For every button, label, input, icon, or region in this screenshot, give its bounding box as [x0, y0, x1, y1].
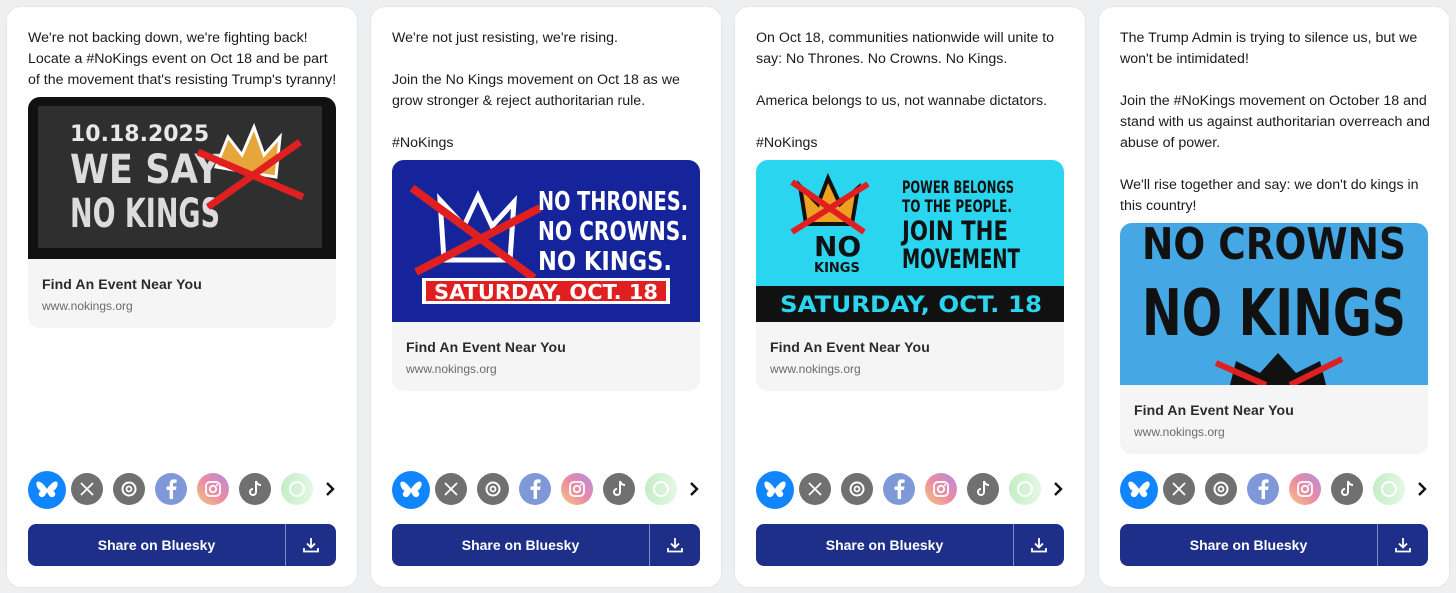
download-icon[interactable]: [1014, 524, 1064, 566]
poster-line1: NO THRONES.: [538, 187, 688, 217]
poster-line2: NO KINGS: [1142, 277, 1406, 351]
whatsapp-icon[interactable]: [1009, 473, 1041, 505]
bluesky-icon[interactable]: [756, 471, 794, 509]
share-icons-row: [756, 471, 1068, 509]
share-button-group: Share on Bluesky: [1120, 524, 1428, 566]
download-icon[interactable]: [650, 524, 700, 566]
post-message: The Trump Admin is trying to silence us,…: [1120, 30, 1430, 214]
share-on-bluesky-button[interactable]: Share on Bluesky: [392, 524, 649, 566]
x-icon[interactable]: [71, 473, 103, 505]
post-message: We're not backing down, we're fighting b…: [28, 30, 337, 88]
poster-line3: NO KINGS.: [538, 247, 672, 277]
preview-title[interactable]: Find An Event Near You: [770, 339, 930, 355]
post-card-1: We're not backing down, we're fighting b…: [7, 7, 357, 587]
facebook-icon[interactable]: [519, 473, 551, 505]
x-icon[interactable]: [435, 473, 467, 505]
tiktok-icon[interactable]: [1331, 473, 1363, 505]
preview-url: www.nokings.org: [770, 362, 861, 376]
share-on-bluesky-button[interactable]: Share on Bluesky: [756, 524, 1013, 566]
preview-url: www.nokings.org: [1134, 425, 1225, 439]
poster-logo-kings: KINGS: [814, 261, 860, 276]
chevron-right-icon[interactable]: [321, 478, 339, 500]
share-icons-row: [392, 471, 704, 509]
share-button-group: Share on Bluesky: [28, 524, 336, 566]
tiktok-icon[interactable]: [967, 473, 999, 505]
poster-line1: POWER BELONGS: [902, 178, 1014, 198]
poster-date: 10.18.2025: [70, 122, 209, 147]
threads-icon[interactable]: [1205, 473, 1237, 505]
whatsapp-icon[interactable]: [281, 473, 313, 505]
threads-icon[interactable]: [113, 473, 145, 505]
threads-icon[interactable]: [477, 473, 509, 505]
post-card-4: The Trump Admin is trying to silence us,…: [1099, 7, 1449, 587]
post-message: On Oct 18, communities nationwide will u…: [756, 30, 1055, 151]
share-on-bluesky-button[interactable]: Share on Bluesky: [28, 524, 285, 566]
post-message: We're not just resisting, we're rising. …: [392, 30, 680, 151]
instagram-icon[interactable]: [1289, 473, 1321, 505]
share-on-bluesky-button[interactable]: Share on Bluesky: [1120, 524, 1377, 566]
chevron-right-icon[interactable]: [685, 478, 703, 500]
chevron-right-icon[interactable]: [1413, 478, 1431, 500]
preview-title[interactable]: Find An Event Near You: [1134, 402, 1294, 418]
preview-title[interactable]: Find An Event Near You: [42, 276, 202, 292]
share-button-group: Share on Bluesky: [756, 524, 1064, 566]
whatsapp-icon[interactable]: [645, 473, 677, 505]
poster-line2: NO CROWNS.: [538, 217, 688, 247]
link-preview[interactable]: NO CROWNS NO KINGS Find An Event Near Yo…: [1120, 223, 1428, 454]
preview-title[interactable]: Find An Event Near You: [406, 339, 566, 355]
poster-logo-no: NO: [814, 230, 861, 263]
bluesky-icon[interactable]: [392, 471, 430, 509]
preview-image: NO THRONES. NO CROWNS. NO KINGS. SATURDA…: [392, 160, 700, 322]
post-card-3: On Oct 18, communities nationwide will u…: [735, 7, 1085, 587]
x-icon[interactable]: [1163, 473, 1195, 505]
link-preview[interactable]: NO THRONES. NO CROWNS. NO KINGS. SATURDA…: [392, 160, 700, 391]
poster-banner: SATURDAY, OCT. 18: [780, 293, 1042, 318]
instagram-icon[interactable]: [925, 473, 957, 505]
poster-line2: NO KINGS: [70, 191, 220, 237]
tiktok-icon[interactable]: [239, 473, 271, 505]
preview-image: NO CROWNS NO KINGS: [1120, 223, 1428, 385]
x-icon[interactable]: [799, 473, 831, 505]
threads-icon[interactable]: [841, 473, 873, 505]
tiktok-icon[interactable]: [603, 473, 635, 505]
share-button-group: Share on Bluesky: [392, 524, 700, 566]
link-preview[interactable]: NO KINGS POWER BELONGS TO THE PEOPLE. JO…: [756, 160, 1064, 391]
poster-line2: TO THE PEOPLE.: [902, 197, 1012, 217]
preview-url: www.nokings.org: [42, 299, 133, 313]
share-icons-row: [28, 471, 340, 509]
bluesky-icon[interactable]: [28, 471, 66, 509]
facebook-icon[interactable]: [883, 473, 915, 505]
poster-line4: MOVEMENT: [902, 244, 1020, 275]
preview-url: www.nokings.org: [406, 362, 497, 376]
share-icons-row: [1120, 471, 1432, 509]
preview-image: NO KINGS POWER BELONGS TO THE PEOPLE. JO…: [756, 160, 1064, 322]
poster-banner: SATURDAY, OCT. 18: [434, 280, 658, 304]
facebook-icon[interactable]: [1247, 473, 1279, 505]
link-preview[interactable]: 10.18.2025 WE SAY NO KINGS Find An Event…: [28, 97, 336, 328]
instagram-icon[interactable]: [561, 473, 593, 505]
bluesky-icon[interactable]: [1120, 471, 1158, 509]
poster-line1: NO CROWNS: [1142, 223, 1406, 270]
instagram-icon[interactable]: [197, 473, 229, 505]
preview-image: 10.18.2025 WE SAY NO KINGS: [28, 97, 336, 259]
download-icon[interactable]: [286, 524, 336, 566]
chevron-right-icon[interactable]: [1049, 478, 1067, 500]
post-card-2: We're not just resisting, we're rising. …: [371, 7, 721, 587]
download-icon[interactable]: [1378, 524, 1428, 566]
poster-line3: JOIN THE: [900, 216, 1008, 247]
facebook-icon[interactable]: [155, 473, 187, 505]
whatsapp-icon[interactable]: [1373, 473, 1405, 505]
